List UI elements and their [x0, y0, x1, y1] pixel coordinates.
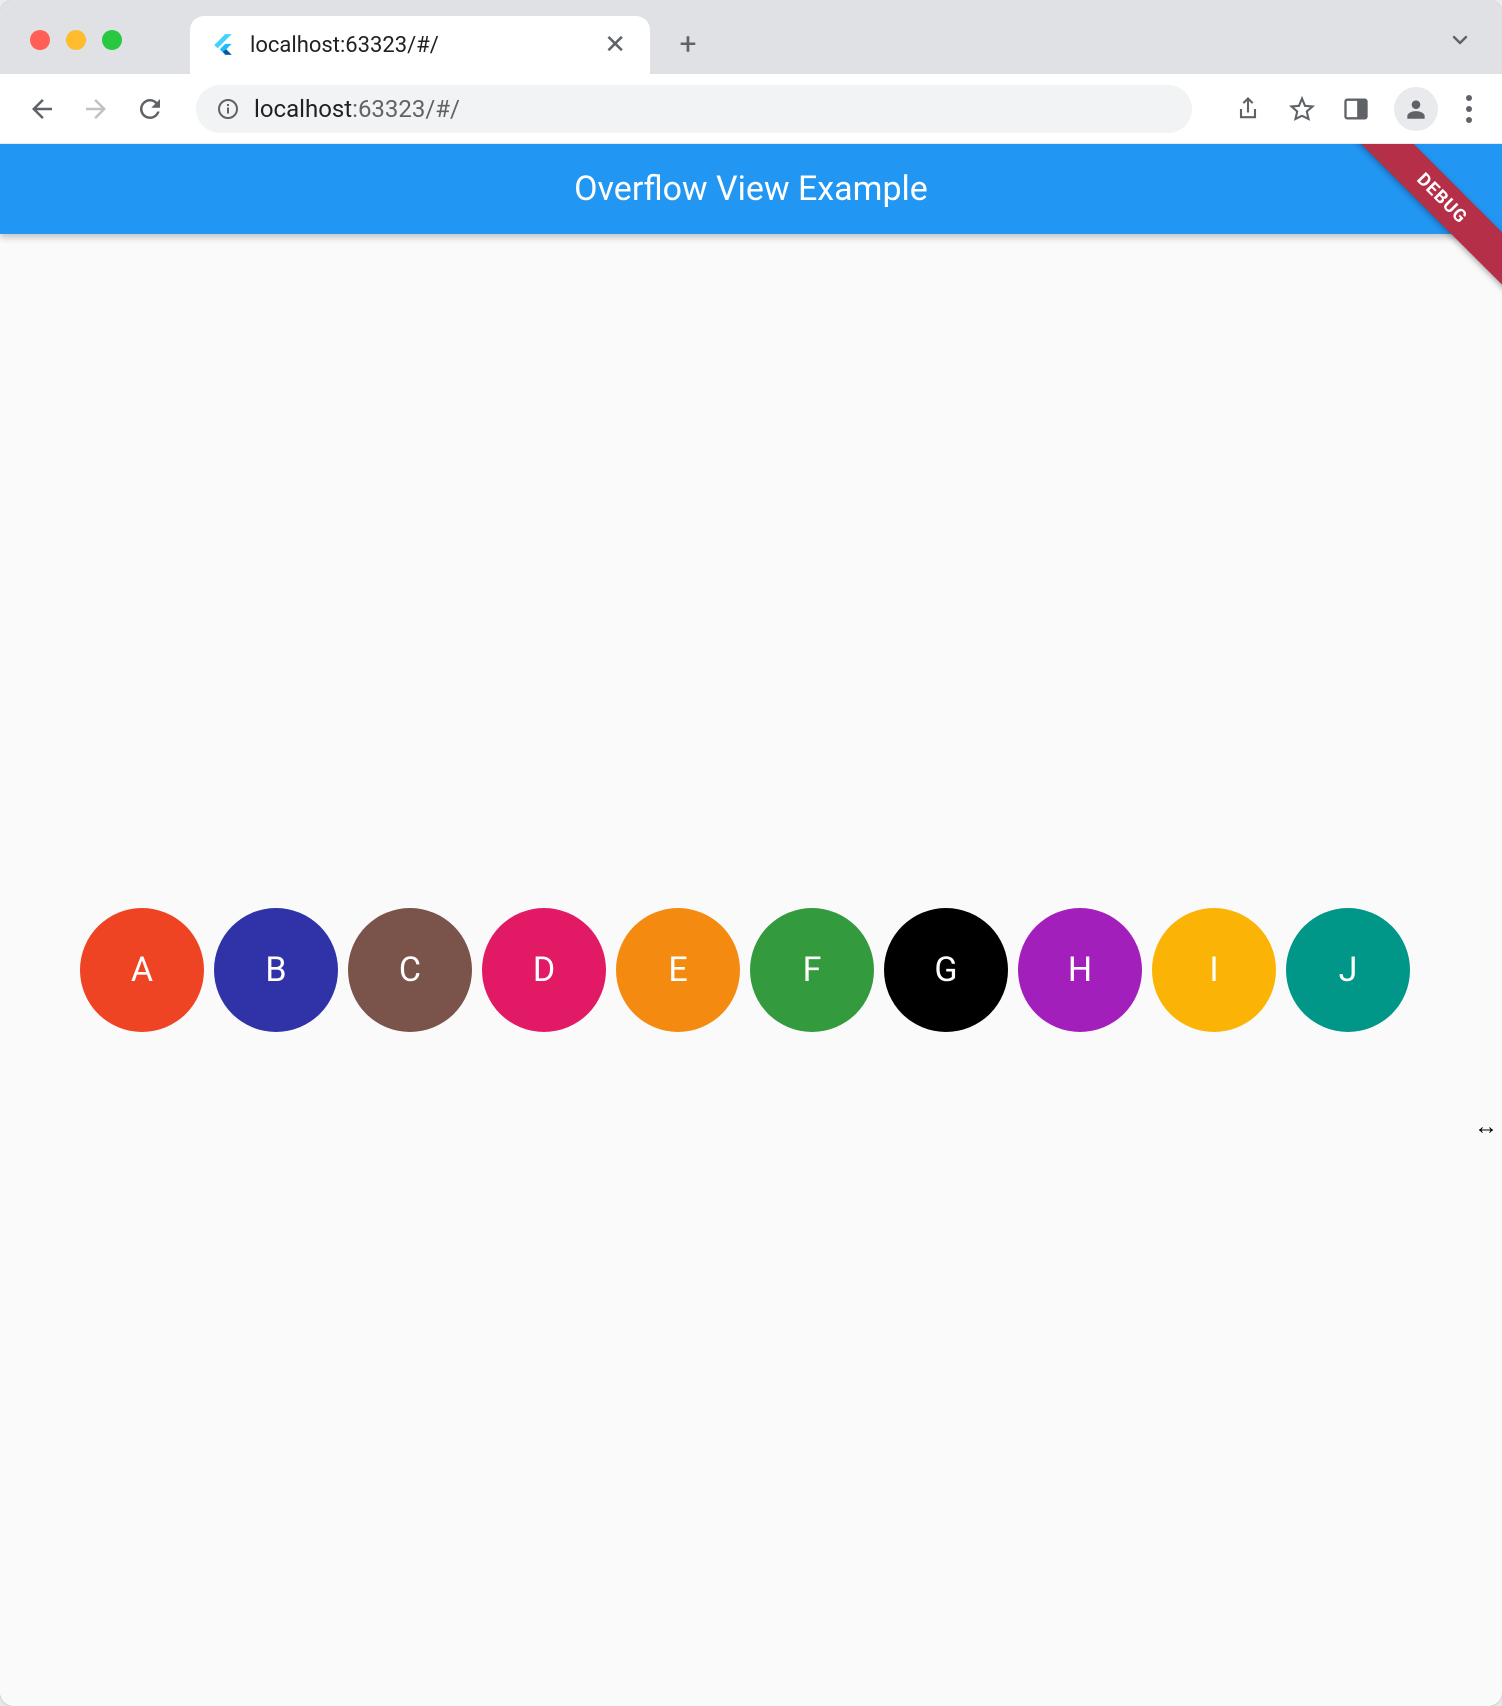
app-title: Overflow View Example [574, 169, 928, 209]
url-host: localhost [254, 95, 352, 123]
window-controls [30, 30, 122, 50]
flutter-favicon-icon [210, 32, 236, 58]
avatar-circle-e[interactable]: E [616, 908, 740, 1032]
menu-button[interactable] [1460, 89, 1478, 129]
url-text: localhost:63323/#/ [254, 95, 460, 123]
avatar-circle-f[interactable]: F [750, 908, 874, 1032]
new-tab-button[interactable]: + [668, 24, 708, 64]
avatar-circle-a[interactable]: A [80, 908, 204, 1032]
address-bar[interactable]: localhost:63323/#/ [196, 85, 1192, 133]
avatar-circle-d[interactable]: D [482, 908, 606, 1032]
tabs-dropdown-icon[interactable] [1448, 28, 1472, 58]
side-panel-icon[interactable] [1340, 93, 1372, 125]
avatar-circle-j[interactable]: J [1286, 908, 1410, 1032]
avatar-row: ABCDEFGHIJ [80, 908, 1410, 1032]
browser-tab[interactable]: localhost:63323/#/ ✕ [190, 16, 650, 74]
bookmark-star-icon[interactable] [1286, 93, 1318, 125]
reload-button[interactable] [132, 91, 168, 127]
browser-window: localhost:63323/#/ ✕ + localhost:63323/#… [0, 0, 1502, 1706]
avatar-circle-h[interactable]: H [1018, 908, 1142, 1032]
url-path: :63323/#/ [352, 95, 460, 123]
share-icon[interactable] [1232, 93, 1264, 125]
avatar-circle-i[interactable]: I [1152, 908, 1276, 1032]
minimize-window-button[interactable] [66, 30, 86, 50]
site-info-icon[interactable] [216, 97, 240, 121]
back-button[interactable] [24, 91, 60, 127]
toolbar-actions [1232, 87, 1478, 131]
app-body: ABCDEFGHIJ [0, 234, 1502, 1706]
avatar-circle-b[interactable]: B [214, 908, 338, 1032]
app-bar: Overflow View Example [0, 144, 1502, 234]
tab-title: localhost:63323/#/ [250, 33, 586, 58]
close-tab-button[interactable]: ✕ [600, 28, 630, 62]
browser-toolbar: localhost:63323/#/ [0, 74, 1502, 144]
profile-avatar[interactable] [1394, 87, 1438, 131]
forward-button[interactable] [78, 91, 114, 127]
avatar-circle-g[interactable]: G [884, 908, 1008, 1032]
app-viewport: Overflow View Example DEBUG ABCDEFGHIJ ↔ [0, 144, 1502, 1706]
avatar-circle-c[interactable]: C [348, 908, 472, 1032]
titlebar: localhost:63323/#/ ✕ + [0, 0, 1502, 74]
close-window-button[interactable] [30, 30, 50, 50]
maximize-window-button[interactable] [102, 30, 122, 50]
